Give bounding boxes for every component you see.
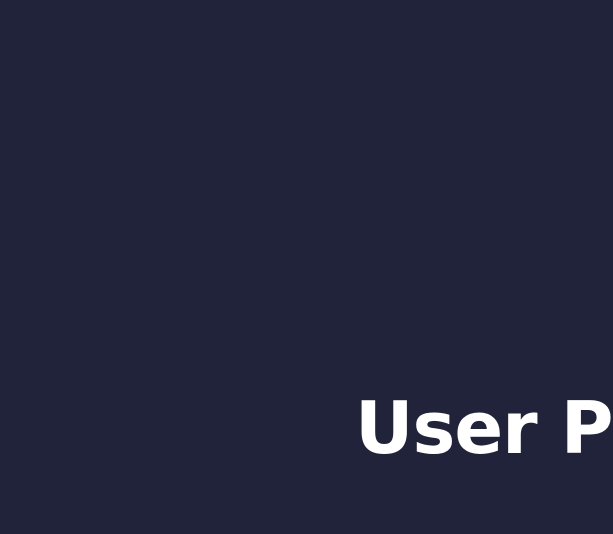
slide-canvas: User Pe (0, 0, 613, 534)
page-title: User Pe (355, 386, 613, 470)
